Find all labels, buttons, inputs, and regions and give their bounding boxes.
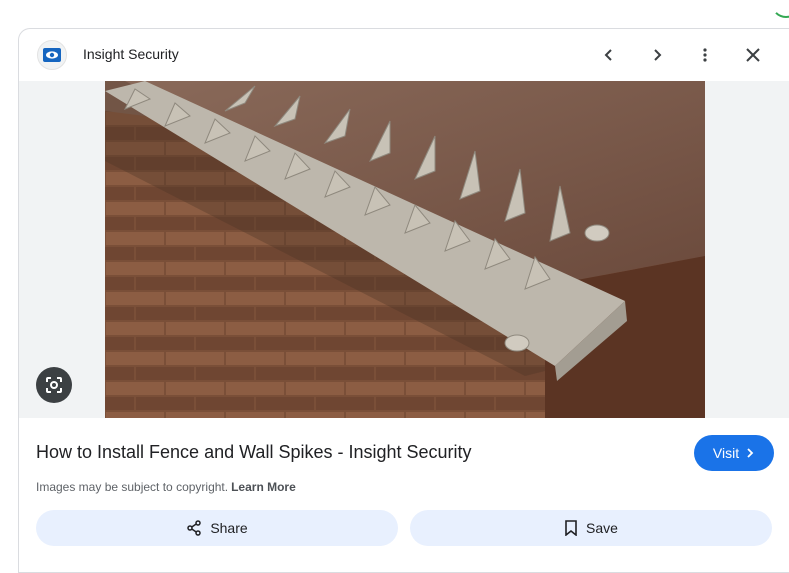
panel-header: Insight Security xyxy=(19,29,789,81)
save-label: Save xyxy=(586,520,618,536)
close-icon xyxy=(746,48,760,62)
result-title[interactable]: How to Install Fence and Wall Spikes - I… xyxy=(36,442,472,463)
visit-button[interactable]: Visit xyxy=(694,435,774,471)
share-label: Share xyxy=(210,520,248,536)
chevron-left-icon xyxy=(604,49,612,61)
image-area xyxy=(19,81,789,418)
bookmark-icon xyxy=(565,520,577,536)
copyright-notice: Images may be subject to copyright. Learn… xyxy=(36,480,296,494)
chevron-right-icon xyxy=(654,49,662,61)
corner-arc-decoration xyxy=(771,0,789,18)
next-button[interactable] xyxy=(641,39,673,71)
share-button[interactable]: Share xyxy=(36,510,398,546)
lens-icon xyxy=(46,377,62,393)
save-button[interactable]: Save xyxy=(410,510,772,546)
wall-spikes-photo xyxy=(105,81,705,418)
chevron-right-icon xyxy=(747,448,754,458)
learn-more-link[interactable]: Learn More xyxy=(231,480,296,494)
copyright-text: Images may be subject to copyright. xyxy=(36,480,229,494)
preview-image[interactable] xyxy=(105,81,705,418)
share-icon xyxy=(187,520,202,536)
close-button[interactable] xyxy=(737,39,769,71)
site-name: Insight Security xyxy=(83,46,179,62)
image-preview-panel: Insight Security How to Install Fence an… xyxy=(18,28,789,573)
more-options-button[interactable] xyxy=(689,39,721,71)
eye-icon xyxy=(43,48,61,62)
site-logo xyxy=(37,40,67,70)
visit-label: Visit xyxy=(712,445,740,461)
google-lens-button[interactable] xyxy=(36,367,72,403)
more-vert-icon xyxy=(703,48,707,62)
previous-button[interactable] xyxy=(593,39,625,71)
